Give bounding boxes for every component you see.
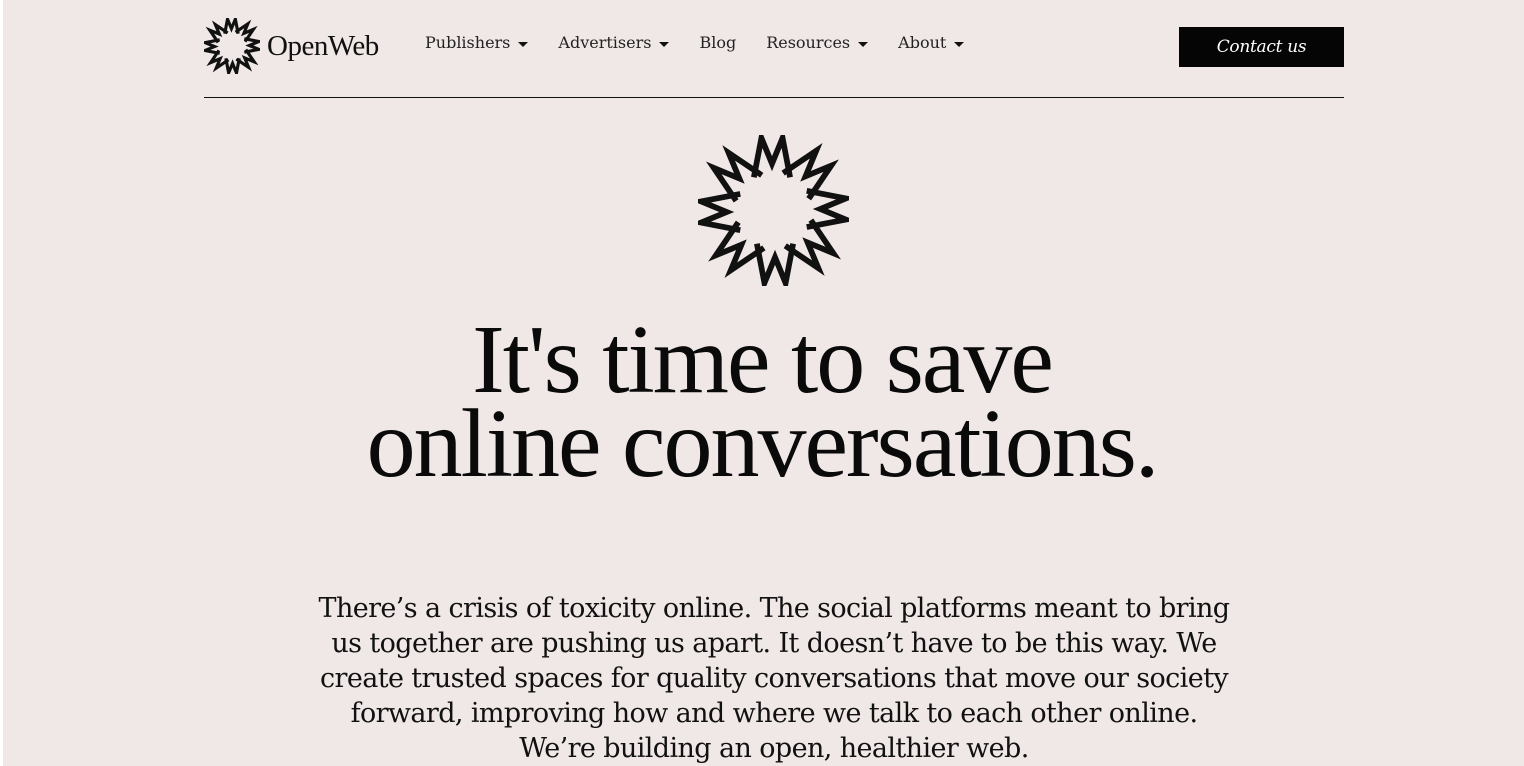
brand-name: OpenWeb (267, 29, 379, 62)
main-menu: Publishers Advertisers Blog Resources Ab… (425, 33, 994, 52)
nav-item-about[interactable]: About (898, 33, 965, 52)
openweb-burst-hero-icon (698, 135, 849, 286)
hero-headline: It's time to save online conversations. (0, 311, 1524, 498)
nav-item-label: About (898, 33, 947, 52)
caret-down-icon (518, 41, 529, 47)
nav-item-label: Blog (699, 33, 737, 52)
hero-headline-line-2: online conversations. (366, 390, 1160, 498)
nav-item-resources[interactable]: Resources (766, 33, 869, 52)
nav-item-label: Publishers (425, 33, 511, 52)
brand-logo[interactable]: OpenWeb (204, 17, 379, 75)
nav-item-blog[interactable]: Blog (699, 33, 736, 52)
nav-item-label: Advertisers (558, 33, 652, 52)
contact-us-button[interactable]: Contact us (1179, 27, 1344, 67)
caret-down-icon (858, 41, 869, 47)
nav-item-publishers[interactable]: Publishers (425, 33, 529, 52)
nav-item-advertisers[interactable]: Advertisers (558, 33, 670, 52)
openweb-burst-icon (204, 18, 260, 74)
caret-down-icon (659, 41, 670, 47)
top-navigation: OpenWeb Publishers Advertisers Blog Reso… (204, 0, 1344, 98)
caret-down-icon (954, 41, 965, 47)
hero-description: There’s a crisis of toxicity online. The… (318, 593, 1231, 764)
nav-item-label: Resources (766, 33, 851, 52)
